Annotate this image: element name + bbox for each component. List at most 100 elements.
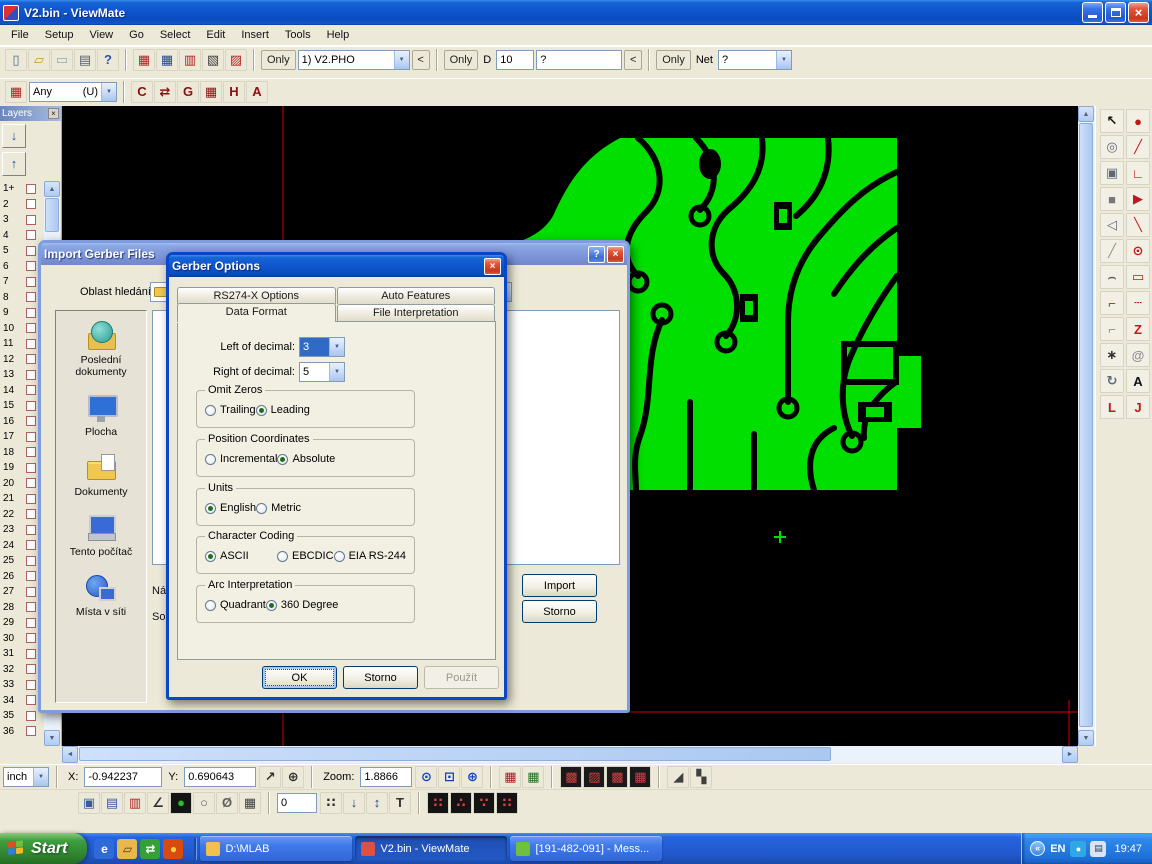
tab-auto-features[interactable]: Auto Features	[337, 287, 496, 304]
aperture-pattern1-icon[interactable]: ∷	[427, 792, 449, 814]
target-pad-icon[interactable]: ⊙	[1126, 239, 1150, 263]
dash-line-icon[interactable]: ┄	[1126, 291, 1150, 315]
layer-color-swatch[interactable]	[26, 509, 36, 519]
pad-icon[interactable]: ●	[1126, 109, 1150, 133]
start-button[interactable]: Start	[0, 833, 87, 864]
layer-color-swatch[interactable]	[26, 323, 36, 333]
new-file-icon[interactable]: ▯	[5, 49, 27, 71]
close-icon[interactable]: ×	[48, 108, 59, 119]
layer-color-swatch[interactable]	[26, 571, 36, 581]
tab-rs274x-options[interactable]: RS274-X Options	[177, 287, 336, 304]
burst-icon[interactable]: ∗	[1100, 343, 1124, 367]
arc-icon[interactable]: ⌢	[1100, 265, 1124, 289]
left-of-decimal-select[interactable]: 3 ▼	[299, 337, 345, 357]
restore-button[interactable]	[1105, 2, 1126, 23]
prev-dcode-button[interactable]: <	[624, 50, 642, 70]
layer-color-swatch[interactable]	[26, 215, 36, 225]
circle-tool-icon[interactable]: ○	[193, 792, 215, 814]
layer-color-swatch[interactable]	[26, 416, 36, 426]
save-icon[interactable]: ▭	[51, 49, 73, 71]
zoom-all-icon[interactable]: ⊕	[461, 766, 483, 788]
right-of-decimal-select[interactable]: 5 ▼	[299, 362, 345, 382]
ok-button[interactable]: OK	[262, 666, 337, 689]
film-view-icon[interactable]: ▣	[78, 792, 100, 814]
place-network[interactable]: Místa v síti	[56, 573, 146, 618]
chevron-down-icon[interactable]: ▼	[329, 338, 344, 356]
prev-layer-button[interactable]: <	[412, 50, 430, 70]
layer-row[interactable]: 3	[0, 212, 46, 228]
count-field[interactable]	[277, 793, 317, 813]
scroll-down-icon[interactable]: ▼	[1078, 730, 1094, 746]
layer-color-swatch[interactable]	[26, 339, 36, 349]
apply-button[interactable]: Použít	[424, 666, 499, 689]
close-button[interactable]: ×	[607, 246, 624, 263]
layer-color-swatch[interactable]	[26, 494, 36, 504]
grid-table-icon[interactable]: ▦	[239, 792, 261, 814]
import-button[interactable]: Import	[522, 574, 597, 597]
menu-item[interactable]: Setup	[37, 27, 82, 43]
swap-arrows-icon[interactable]: ⇄	[154, 81, 176, 103]
net-select[interactable]: ? ▼	[718, 50, 792, 70]
layer-row[interactable]: 36	[0, 724, 46, 740]
place-recent-documents[interactable]: Poslední dokumenty	[56, 321, 146, 378]
menu-item[interactable]: Edit	[198, 27, 233, 43]
task-messenger[interactable]: [191-482-091] - Mess...	[510, 836, 662, 861]
layer-color-swatch[interactable]	[26, 695, 36, 705]
text-tool-icon[interactable]: A	[1126, 369, 1150, 393]
highlight-icon[interactable]: ◎	[1100, 135, 1124, 159]
language-indicator[interactable]: EN	[1050, 843, 1065, 855]
canvas-vertical-scrollbar[interactable]: ▲ ▼	[1078, 106, 1095, 746]
layer-color-swatch[interactable]	[26, 525, 36, 535]
angle-icon[interactable]: ∠	[147, 792, 169, 814]
spiral-icon[interactable]: @	[1126, 343, 1150, 367]
line2-icon[interactable]: ╲	[1126, 213, 1150, 237]
chevron-down-icon[interactable]: ▼	[33, 768, 48, 786]
place-my-computer[interactable]: Tento počítač	[56, 513, 146, 558]
highlight-blue-icon[interactable]: ▦	[156, 49, 178, 71]
radio-option[interactable]: Quadrant	[205, 599, 266, 611]
help-button[interactable]: ?	[588, 246, 605, 263]
c-tool-icon[interactable]: C	[131, 81, 153, 103]
radio-option[interactable]: 360 Degree	[266, 599, 339, 611]
layer-color-swatch[interactable]	[26, 618, 36, 628]
layer-color-swatch[interactable]	[26, 680, 36, 690]
film-pattern4-icon[interactable]: ▦	[629, 766, 651, 788]
layer-color-swatch[interactable]	[26, 230, 36, 240]
aperture-pattern2-icon[interactable]: ∴	[450, 792, 472, 814]
menu-item[interactable]: Select	[152, 27, 199, 43]
radio-option[interactable]: ASCII	[205, 550, 277, 562]
layer-color-swatch[interactable]	[26, 432, 36, 442]
layer-row[interactable]: 4	[0, 228, 46, 244]
layer-color-swatch[interactable]	[26, 633, 36, 643]
j-marker-icon[interactable]: J	[1126, 395, 1150, 419]
layer-row[interactable]: 2	[0, 197, 46, 213]
radio-option[interactable]: Trailing	[205, 404, 256, 416]
layer-color-swatch[interactable]	[26, 540, 36, 550]
aperture-pattern3-icon[interactable]: ∵	[473, 792, 495, 814]
scrollbar-thumb[interactable]	[79, 747, 831, 761]
dcode-query-field[interactable]	[536, 50, 622, 70]
chevron-down-icon[interactable]: ▼	[329, 363, 344, 381]
layer-color-swatch[interactable]	[26, 354, 36, 364]
dark-grid-icon[interactable]: ▧	[202, 49, 224, 71]
zoom-point-icon[interactable]: ⊙	[415, 766, 437, 788]
film-pattern2-icon[interactable]: ▨	[583, 766, 605, 788]
print-icon[interactable]: ▤	[74, 49, 96, 71]
cancel-button[interactable]: Storno	[343, 666, 418, 689]
polyline-icon[interactable]: ∟	[1126, 161, 1150, 185]
menu-item[interactable]: Insert	[233, 27, 277, 43]
chevron-down-icon[interactable]: ▼	[101, 83, 116, 101]
radio-option[interactable]: Metric	[256, 502, 301, 514]
voip-icon[interactable]: ●	[1070, 841, 1086, 857]
only-dcode-toggle[interactable]: Only	[444, 50, 479, 70]
browser-icon[interactable]: ●	[163, 839, 183, 859]
snap-down-icon[interactable]: ↓	[343, 792, 365, 814]
tab-data-format[interactable]: Data Format	[177, 303, 336, 322]
minimize-button[interactable]	[1082, 2, 1103, 23]
cancel-button[interactable]: Storno	[522, 600, 597, 623]
unit-select[interactable]: inch ▼	[3, 767, 49, 787]
dcode-field[interactable]	[496, 50, 534, 70]
layer-row[interactable]: 1+	[0, 181, 46, 197]
radio-option[interactable]: EBCDIC	[277, 550, 334, 562]
layer-color-swatch[interactable]	[26, 587, 36, 597]
